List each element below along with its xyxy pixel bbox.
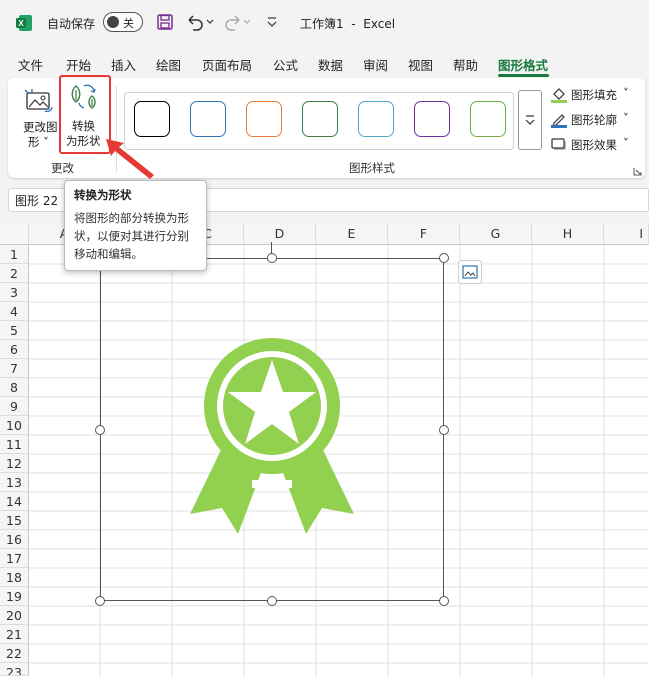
resize-handle[interactable]: [439, 253, 449, 263]
style-swatch[interactable]: [302, 101, 338, 137]
row-header[interactable]: 10: [0, 416, 29, 435]
quick-access-more-icon[interactable]: [266, 13, 278, 34]
graphic-outline-button[interactable]: 图形轮廓 ˅: [550, 111, 636, 129]
select-all-corner[interactable]: [0, 223, 29, 245]
effects-dropdown-icon: ˅: [623, 136, 629, 150]
row-header[interactable]: 6: [0, 340, 29, 359]
row-header[interactable]: 21: [0, 625, 29, 644]
row-header[interactable]: 20: [0, 606, 29, 625]
excel-logo-icon: X: [15, 14, 33, 32]
graphic-fill-button[interactable]: 图形填充 ˅: [550, 86, 636, 104]
row-header[interactable]: 18: [0, 568, 29, 587]
row-header[interactable]: 5: [0, 321, 29, 340]
row-header[interactable]: 12: [0, 454, 29, 473]
row-header[interactable]: 19: [0, 587, 29, 606]
column-header[interactable]: E: [316, 223, 388, 245]
tooltip-line: 状，以便对其进行分别: [74, 229, 189, 243]
resize-handle[interactable]: [439, 596, 449, 606]
change-graphic-button[interactable]: 更改图 形 ˅: [18, 86, 60, 150]
column-header[interactable]: F: [388, 223, 460, 245]
document-title: 工作簿1 - Excel: [300, 17, 396, 31]
tab-formulas[interactable]: 公式: [273, 55, 298, 74]
outline-label: 图形轮廓: [571, 113, 617, 127]
tab-data[interactable]: 数据: [318, 55, 343, 74]
tab-home[interactable]: 开始: [66, 55, 91, 74]
row-header[interactable]: 13: [0, 473, 29, 492]
column-header[interactable]: I: [604, 223, 649, 245]
group-label-styles: 图形样式: [349, 161, 395, 175]
row-header[interactable]: 7: [0, 359, 29, 378]
award-badge-icon: [188, 330, 356, 540]
gallery-more-icon: [525, 115, 535, 125]
tab-review[interactable]: 审阅: [363, 55, 388, 74]
gallery-more-button[interactable]: [518, 90, 542, 150]
style-swatch[interactable]: [134, 101, 170, 137]
outline-pen-icon: [550, 111, 568, 132]
redo-icon[interactable]: [223, 13, 253, 34]
column-header[interactable]: H: [532, 223, 604, 245]
layout-options-button[interactable]: [458, 260, 482, 284]
fill-label: 图形填充: [571, 88, 617, 102]
autosave-toggle[interactable]: 关: [103, 12, 143, 32]
row-header[interactable]: 4: [0, 302, 29, 321]
style-swatch[interactable]: [246, 101, 282, 137]
row-header[interactable]: 3: [0, 283, 29, 302]
column-header[interactable]: D: [244, 223, 316, 245]
style-swatch[interactable]: [414, 101, 450, 137]
row-header[interactable]: 1: [0, 245, 29, 264]
svg-text:X: X: [18, 19, 24, 28]
effects-icon: [550, 136, 568, 157]
column-header[interactable]: G: [460, 223, 532, 245]
row-header[interactable]: 15: [0, 511, 29, 530]
fill-dropdown-icon: ˅: [623, 86, 629, 100]
tooltip-line: 将图形的部分转换为形: [74, 211, 189, 225]
resize-handle[interactable]: [95, 425, 105, 435]
row-header[interactable]: 23: [0, 663, 29, 676]
row-header[interactable]: 14: [0, 492, 29, 511]
undo-icon[interactable]: [185, 13, 215, 34]
row-header[interactable]: 2: [0, 264, 29, 283]
autosave-label: 自动保存: [47, 17, 96, 31]
save-icon[interactable]: [156, 13, 174, 34]
tab-insert[interactable]: 插入: [111, 55, 136, 74]
style-swatch[interactable]: [190, 101, 226, 137]
name-box[interactable]: 图形 22: [8, 188, 66, 212]
change-graphic-label-line2: 形 ˅: [28, 135, 49, 149]
tooltip-title: 转换为形状: [74, 188, 132, 202]
row-header[interactable]: 8: [0, 378, 29, 397]
tab-draw[interactable]: 绘图: [156, 55, 181, 74]
resize-handle[interactable]: [95, 596, 105, 606]
fill-bucket-icon: [550, 86, 568, 107]
group-label-change: 更改: [51, 161, 74, 175]
outline-dropdown-icon: ˅: [623, 111, 629, 125]
tab-file[interactable]: 文件: [18, 55, 43, 74]
convert-tooltip: 转换为形状 将图形的部分转换为形 状，以便对其进行分别 移动和编辑。: [64, 180, 207, 271]
row-header[interactable]: 22: [0, 644, 29, 663]
autosave-state: 关: [123, 17, 134, 30]
row-header[interactable]: 16: [0, 530, 29, 549]
change-graphic-label-line1: 更改图: [23, 120, 58, 134]
style-swatch[interactable]: [358, 101, 394, 137]
style-swatch[interactable]: [470, 101, 506, 137]
tooltip-line: 移动和编辑。: [74, 247, 143, 261]
effects-label: 图形效果: [571, 138, 617, 152]
active-tab-indicator: [498, 74, 549, 77]
row-header[interactable]: 9: [0, 397, 29, 416]
formula-bar[interactable]: [200, 188, 649, 212]
tab-page-layout[interactable]: 页面布局: [202, 55, 252, 74]
resize-handle[interactable]: [267, 596, 277, 606]
resize-handle[interactable]: [439, 425, 449, 435]
tab-view[interactable]: 视图: [408, 55, 433, 74]
graphic-effects-button[interactable]: 图形效果 ˅: [550, 136, 636, 154]
layout-options-icon: [462, 265, 478, 279]
dialog-launcher-icon[interactable]: [633, 165, 642, 179]
change-graphic-icon: [24, 88, 54, 119]
annotation-arrow: [100, 135, 160, 181]
row-header[interactable]: 11: [0, 435, 29, 454]
row-header[interactable]: 17: [0, 549, 29, 568]
tab-graphics-format[interactable]: 图形格式: [498, 55, 548, 74]
tab-help[interactable]: 帮助: [453, 55, 478, 74]
resize-handle[interactable]: [267, 253, 277, 263]
